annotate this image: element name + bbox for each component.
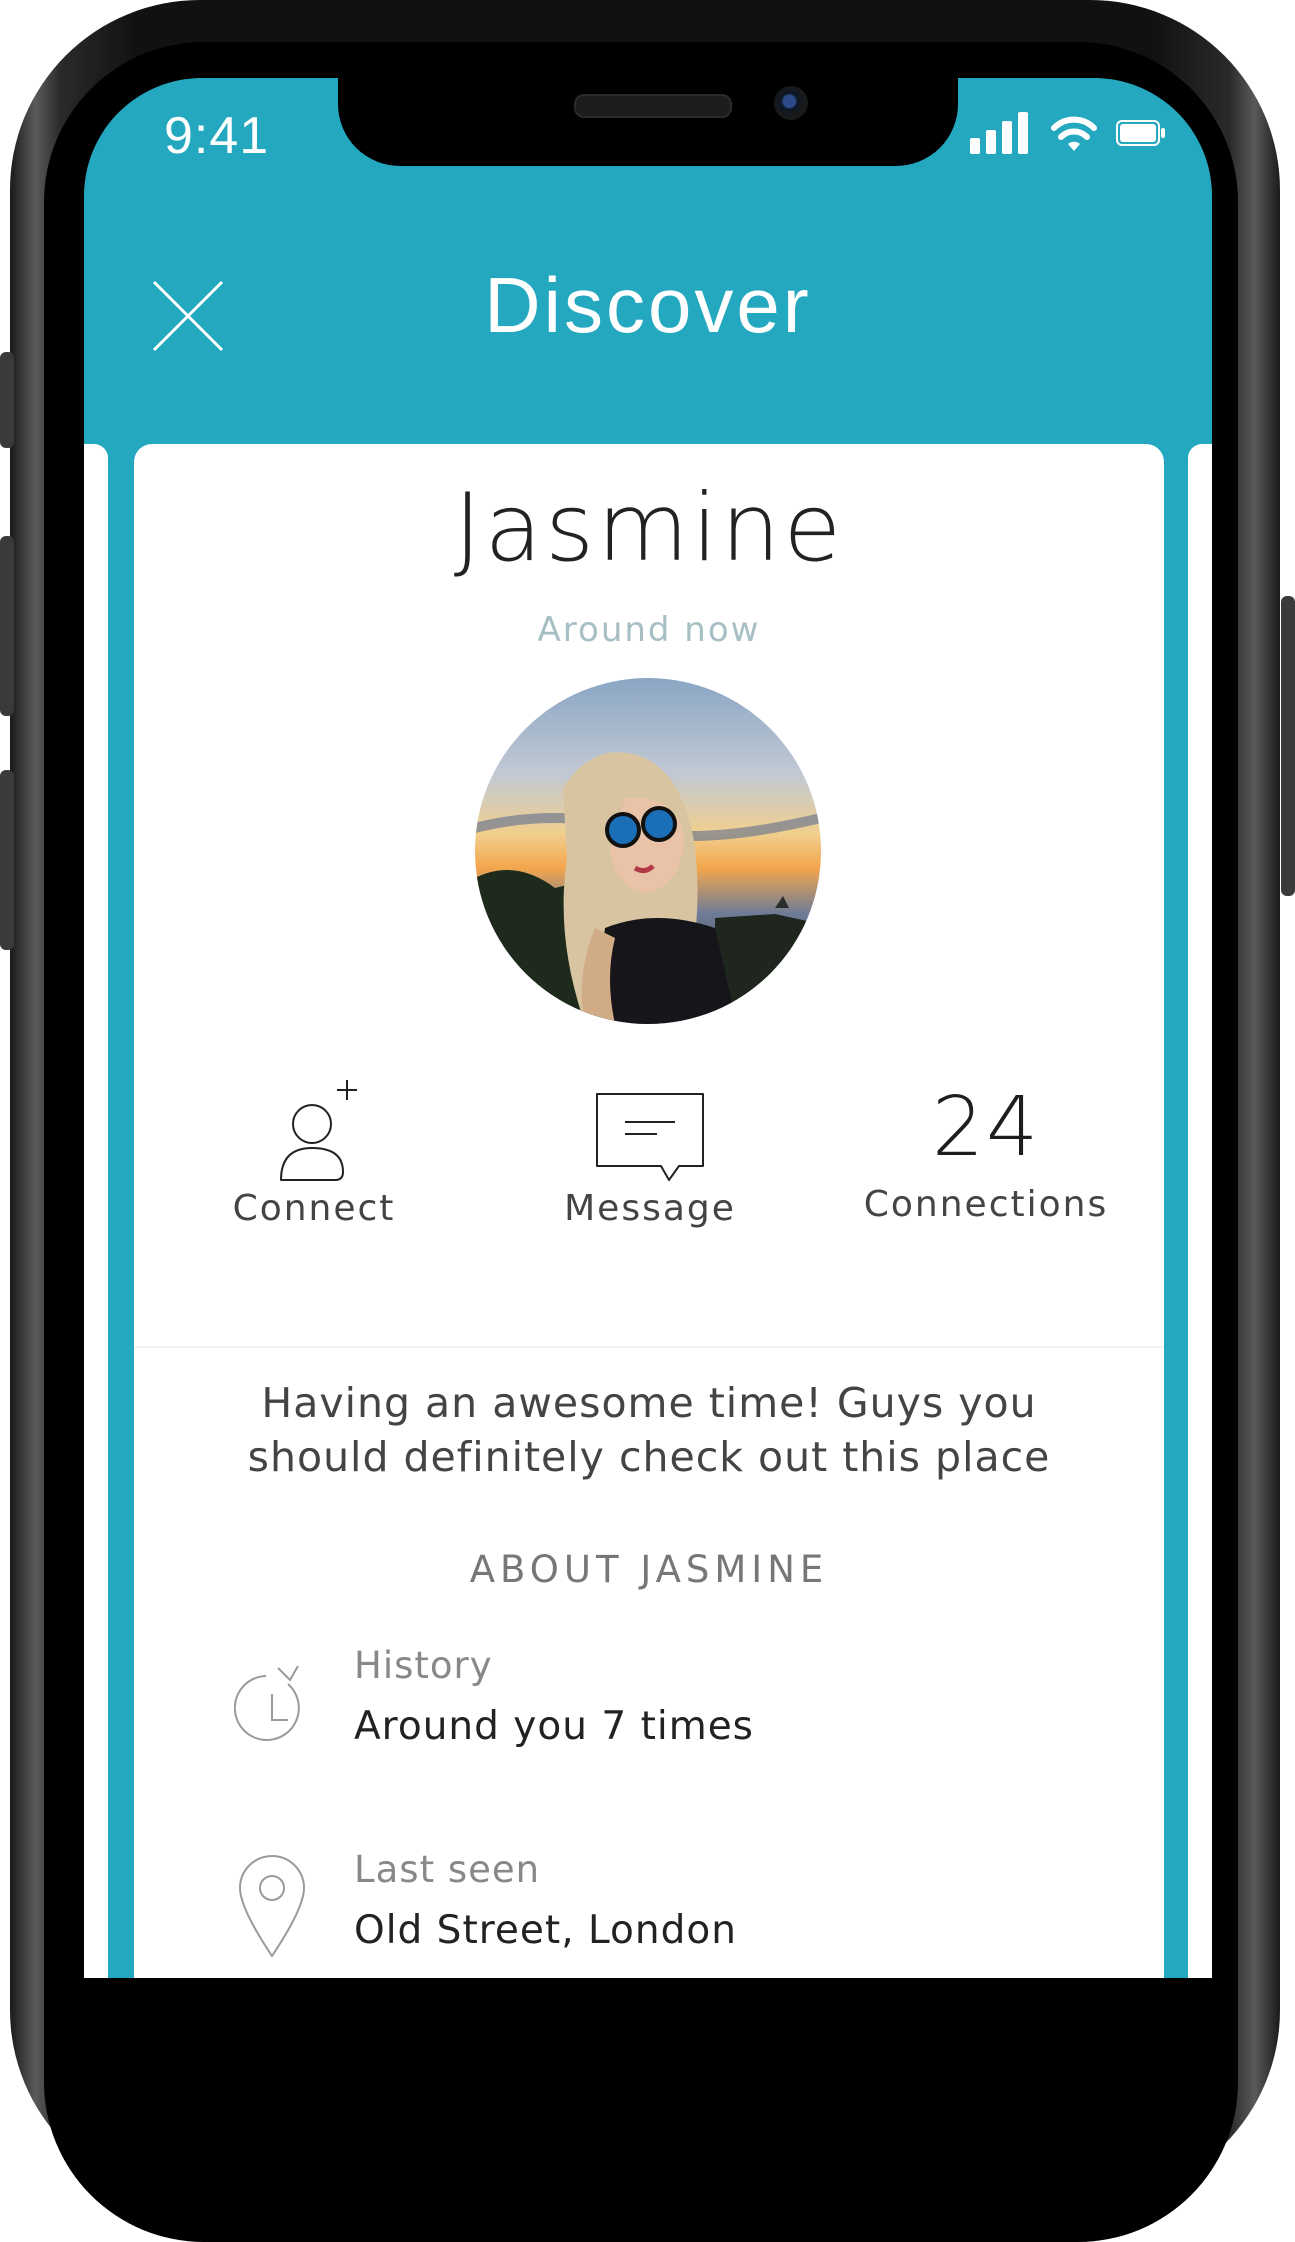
profile-name: Jasmine — [453, 474, 845, 583]
status-post: Having an awesome time! Guys you should … — [247, 1379, 1051, 1481]
connect-button[interactable]: Connect — [164, 1072, 464, 1229]
last-seen-label: Last seen — [354, 1848, 541, 1891]
profile-photo — [475, 678, 821, 1024]
profile-card: Jasmine Around now Connect Message 24 Co… — [134, 444, 1164, 1978]
history-row: History Around you 7 times — [234, 1644, 1034, 1774]
status-icons — [970, 108, 1166, 158]
connections-button[interactable]: 24 Connections — [836, 1072, 1136, 1225]
notch — [338, 78, 958, 166]
profile-status: Around now — [537, 610, 761, 650]
power-button — [1281, 596, 1295, 896]
location-pin-icon — [239, 1855, 305, 1957]
volume-down-button — [0, 770, 14, 950]
history-label: History — [354, 1644, 493, 1687]
wifi-icon — [1051, 116, 1097, 151]
divider — [134, 1346, 1164, 1348]
phone-screen: 9:41 Discover Jasmine Around now Connect… — [84, 78, 1212, 1978]
last-seen-row: Last seen Old Street, London — [234, 1848, 1034, 1978]
silent-switch — [0, 352, 14, 448]
about-heading: ABOUT JASMINE — [469, 1548, 829, 1591]
connections-label: Connections — [863, 1184, 1109, 1225]
connect-label: Connect — [232, 1188, 396, 1229]
next-card-peek[interactable] — [1188, 444, 1212, 1978]
message-label: Message — [564, 1188, 736, 1229]
volume-up-button — [0, 536, 14, 716]
front-camera — [774, 86, 808, 120]
message-bubble-icon — [596, 1093, 704, 1181]
last-seen-value: Old Street, London — [354, 1908, 737, 1953]
cellular-signal-icon — [970, 112, 1028, 154]
message-button[interactable]: Message — [500, 1072, 800, 1229]
status-time: 9:41 — [164, 107, 270, 165]
history-icon — [234, 1665, 300, 1741]
page-title: Discover — [484, 261, 812, 349]
avatar[interactable] — [475, 678, 821, 1024]
connections-count: 24 — [931, 1080, 1041, 1175]
history-value: Around you 7 times — [354, 1704, 755, 1749]
battery-icon — [1116, 120, 1165, 146]
previous-card-peek[interactable] — [84, 444, 108, 1978]
speaker-grille — [574, 94, 732, 118]
add-user-icon — [280, 1080, 357, 1181]
